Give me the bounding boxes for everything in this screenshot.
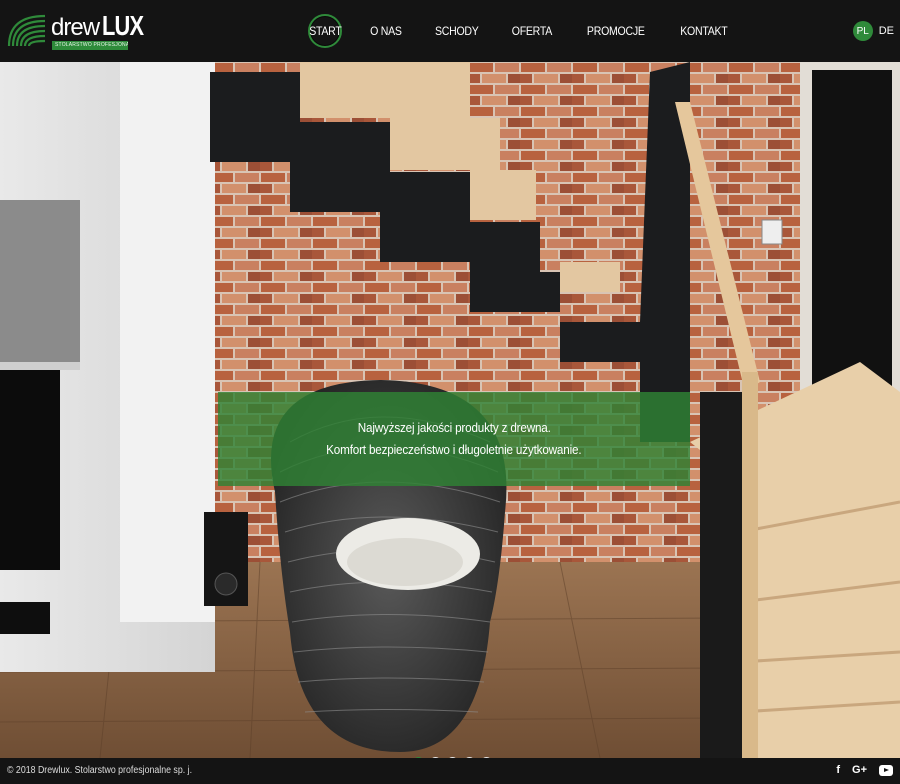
- logo[interactable]: drew LUX STOLARSTWO PROFESJONALNE SP.J.: [7, 10, 144, 50]
- caption-line-2: Komfort bezpieczeństwo i długoletnie uży…: [326, 442, 582, 457]
- site-header: drew LUX STOLARSTWO PROFESJONALNE SP.J. …: [0, 0, 900, 62]
- social-links: f G+: [824, 764, 893, 776]
- logo-word-part2: LUX: [102, 10, 144, 41]
- nav-item-promocje[interactable]: PROMOCJE: [587, 24, 645, 38]
- hero-slider: Najwyższej jakości produkty z drewna. Ko…: [0, 62, 900, 758]
- wood-rings-icon: [7, 14, 46, 47]
- nav-item-start[interactable]: START: [308, 14, 342, 48]
- logo-wordmark: drew LUX: [51, 10, 155, 41]
- site-footer: © 2018 Drewlux. Stolarstwo profesjonalne…: [0, 758, 900, 784]
- google-plus-icon[interactable]: G+: [852, 764, 867, 776]
- nav-item-o-nas[interactable]: O NAS: [370, 24, 402, 38]
- language-switcher: PL DE: [852, 21, 894, 41]
- lang-de[interactable]: DE: [879, 25, 894, 37]
- nav-item-oferta[interactable]: OFERTA: [512, 24, 553, 38]
- logo-word-part1: drew: [51, 14, 100, 41]
- nav-item-schody[interactable]: SCHODY: [435, 24, 479, 38]
- copyright-text: © 2018 Drewlux. Stolarstwo profesjonalne…: [7, 765, 193, 776]
- nav-item-label: START: [308, 24, 342, 38]
- lang-pl[interactable]: PL: [852, 21, 873, 41]
- youtube-icon[interactable]: [879, 764, 893, 776]
- logo-tagline: STOLARSTWO PROFESJONALNE SP.J.: [52, 41, 128, 50]
- caption-line-1: Najwyższej jakości produkty z drewna.: [357, 420, 551, 435]
- hero-caption: Najwyższej jakości produkty z drewna. Ko…: [218, 392, 690, 486]
- nav-item-kontakt[interactable]: KONTAKT: [680, 24, 728, 38]
- facebook-icon[interactable]: f: [836, 764, 840, 776]
- main-nav: START O NAS SCHODY OFERTA PROMOCJE KONTA…: [300, 12, 744, 50]
